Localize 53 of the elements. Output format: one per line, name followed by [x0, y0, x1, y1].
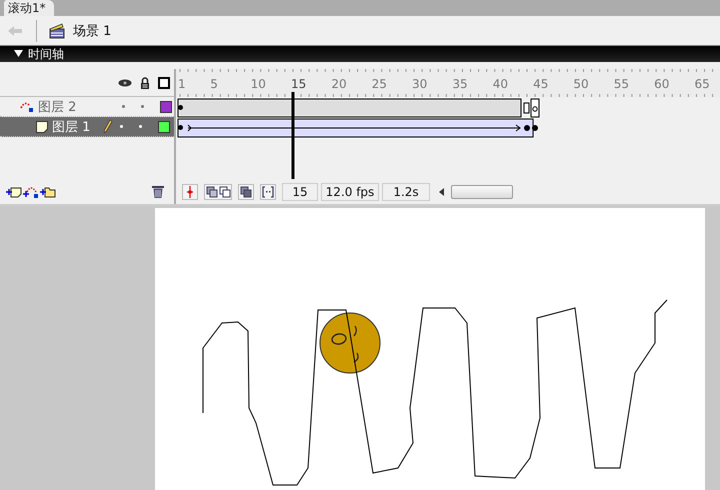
onion-skin-icon[interactable]	[204, 184, 232, 200]
lock-icon[interactable]	[140, 76, 150, 89]
add-layer-icon[interactable]	[6, 186, 22, 198]
onion-markers-icon[interactable]	[260, 184, 276, 200]
layer-row[interactable]: 图层 1	[0, 117, 174, 138]
frame-number: 55	[614, 77, 630, 92]
frame-number: 1	[178, 77, 186, 92]
trash-icon[interactable]	[152, 185, 164, 198]
center-frame-icon[interactable]	[182, 184, 198, 200]
layer-color-swatch[interactable]	[158, 120, 170, 133]
frame-span[interactable]	[178, 98, 522, 118]
eye-icon[interactable]	[118, 78, 132, 87]
outline-square-icon[interactable]	[158, 76, 170, 89]
frame-number: 65	[694, 77, 710, 92]
scrollbar-thumb[interactable]	[451, 184, 513, 199]
frame-number: 50	[573, 77, 589, 92]
layer-name: 图层 2	[38, 98, 78, 116]
lock-dot[interactable]	[141, 105, 144, 108]
visibility-dot[interactable]	[120, 125, 123, 128]
motion-guide-icon	[20, 100, 34, 113]
layer-color-swatch[interactable]	[160, 100, 172, 113]
document-tab[interactable]: 滚动1*	[4, 0, 54, 16]
add-guide-layer-icon[interactable]	[23, 186, 39, 198]
frame-number: 10	[250, 77, 266, 92]
empty-keyframe-circle	[532, 106, 538, 112]
current-frame-field[interactable]: 15	[282, 182, 318, 201]
end-frame-marker	[524, 102, 530, 114]
frame-number: 45	[533, 77, 548, 92]
frame-number: 5	[210, 77, 218, 92]
frame-number: 30	[412, 77, 428, 92]
frame-number: 15	[290, 77, 306, 92]
frame-number: 35	[452, 77, 468, 92]
timeline-title: 时间轴	[28, 46, 64, 63]
frame-rate-field[interactable]: 12.0 fps	[321, 182, 379, 201]
lock-dot[interactable]	[139, 125, 142, 128]
playhead[interactable]	[291, 92, 294, 180]
add-folder-icon[interactable]	[40, 186, 56, 198]
ball-face-drawing	[320, 312, 380, 374]
scene-label[interactable]: 场景 1	[73, 22, 112, 40]
clapperboard-icon	[49, 22, 65, 39]
frame-number: 25	[372, 77, 387, 92]
elapsed-time-field[interactable]: 1.2s	[382, 182, 430, 201]
layer-name: 图层 1	[52, 118, 92, 136]
frame-number: 60	[654, 77, 670, 92]
frame-span[interactable]	[178, 118, 534, 138]
collapse-triangle-icon[interactable]	[14, 50, 23, 58]
edit-multiple-frames-icon[interactable]	[238, 184, 254, 200]
layer-page-icon	[36, 120, 48, 133]
visibility-dot[interactable]	[122, 105, 125, 108]
frame-ruler[interactable]	[180, 69, 714, 98]
frame-number: 20	[331, 77, 347, 92]
frame-number: 40	[492, 77, 508, 92]
scroll-left-arrow-icon[interactable]	[439, 188, 445, 196]
